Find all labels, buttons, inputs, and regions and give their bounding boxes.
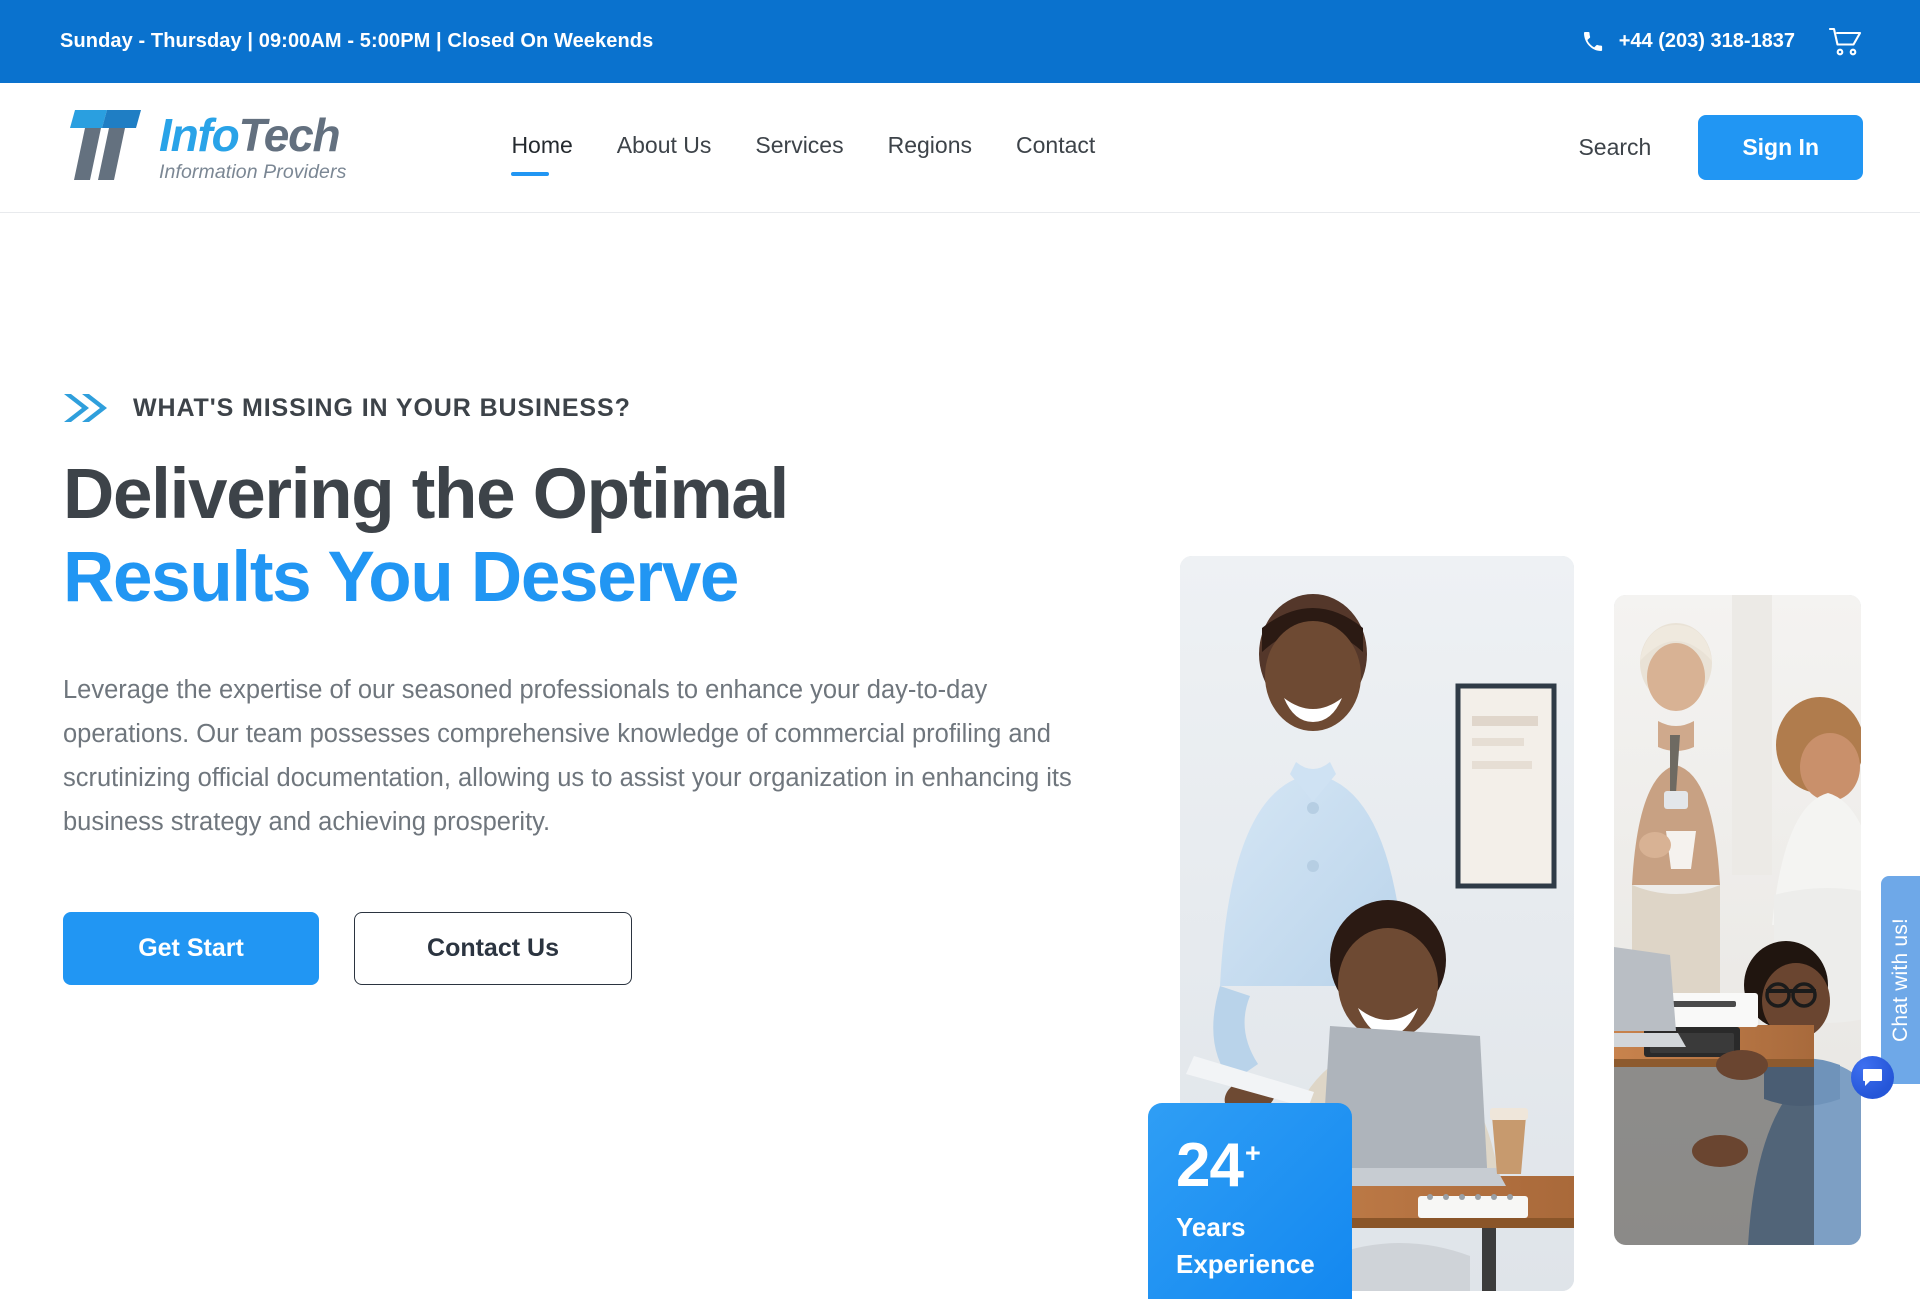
hero-headline: Delivering the Optimal Results You Deser…: [63, 457, 1147, 616]
nav-item-contact[interactable]: Contact: [1016, 132, 1095, 163]
chat-with-us-tab[interactable]: Chat with us!: [1881, 876, 1920, 1084]
logo-mark-icon: [57, 104, 149, 191]
phone-link[interactable]: +44 (203) 318-1837: [1581, 30, 1795, 54]
years-experience-badge: 24 + Years Experience: [1148, 1103, 1352, 1299]
logo-word-info: Info: [159, 109, 240, 162]
chat-launcher-button[interactable]: [1851, 1056, 1894, 1099]
business-hours-text: Sunday - Thursday | 09:00AM - 5:00PM | C…: [60, 30, 654, 52]
sign-in-button[interactable]: Sign In: [1698, 115, 1863, 180]
chat-tab-label: Chat with us!: [1888, 918, 1912, 1042]
phone-number: +44 (203) 318-1837: [1618, 30, 1795, 52]
nav-item-services[interactable]: Services: [755, 132, 843, 163]
topbar-actions: +44 (203) 318-1837: [1581, 27, 1863, 57]
badge-label-experience: Experience: [1176, 1248, 1315, 1279]
logo-text-group: InfoTech Information Providers: [159, 112, 346, 183]
double-chevron-right-icon: [63, 393, 111, 423]
hero-headline-line-1: Delivering the Optimal: [63, 455, 789, 534]
logo-tagline: Information Providers: [159, 161, 347, 184]
hero-cta-group: Get Start Contact Us: [63, 911, 1147, 985]
search-link[interactable]: Search: [1578, 134, 1651, 161]
logo-wordmark: InfoTech: [159, 112, 346, 158]
badge-number: 24: [1176, 1131, 1244, 1200]
hero-headline-line-2: Results You Deserve: [63, 538, 739, 618]
main-navigation: Home About Us Services Regions Contact: [511, 132, 1095, 176]
hero-photo-office-conversation: [1614, 595, 1861, 1245]
nav-item-home[interactable]: Home: [511, 132, 573, 176]
phone-icon: [1581, 30, 1605, 54]
hero-media-group: 24 + Years Experience: [1148, 213, 1868, 1299]
chat-bubble-icon: [1862, 1068, 1883, 1088]
get-start-button[interactable]: Get Start: [63, 911, 319, 985]
logo-word-tech: Tech: [238, 109, 341, 162]
header-actions: Search Sign In: [1578, 115, 1863, 180]
top-utility-bar: Sunday - Thursday | 09:00AM - 5:00PM | C…: [0, 0, 1920, 83]
badge-number-row: 24 +: [1176, 1131, 1352, 1200]
hero-description: Leverage the expertise of our seasoned p…: [63, 675, 1072, 836]
hero-eyebrow-text: WHAT'S MISSING IN YOUR BUSINESS?: [133, 393, 631, 422]
site-header: InfoTech Information Providers Home Abou…: [0, 83, 1920, 213]
contact-us-button[interactable]: Contact Us: [354, 911, 632, 985]
shopping-cart-icon[interactable]: [1829, 27, 1863, 57]
badge-plus-sign: +: [1244, 1138, 1261, 1168]
nav-item-about-us[interactable]: About Us: [617, 132, 712, 163]
badge-label-years: Years: [1176, 1211, 1246, 1242]
site-logo[interactable]: InfoTech Information Providers: [57, 104, 346, 191]
hero-eyebrow: WHAT'S MISSING IN YOUR BUSINESS?: [63, 393, 1147, 423]
hero-content: WHAT'S MISSING IN YOUR BUSINESS? Deliver…: [57, 213, 1147, 1299]
hero-section: WHAT'S MISSING IN YOUR BUSINESS? Deliver…: [0, 213, 1920, 1299]
nav-item-regions[interactable]: Regions: [888, 132, 972, 163]
